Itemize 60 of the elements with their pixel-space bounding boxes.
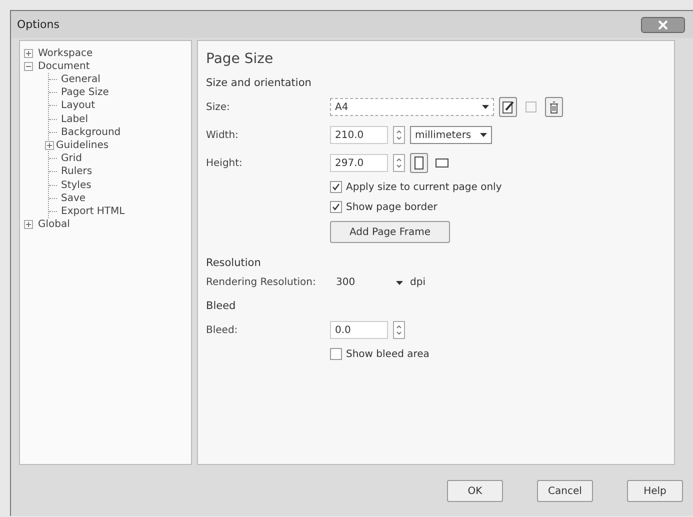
- tree-item[interactable]: Workspace: [36, 48, 95, 59]
- input-field[interactable]: 210.0: [330, 126, 388, 144]
- delete-preset-button[interactable]: [545, 97, 563, 117]
- tree-item[interactable]: Export HTML: [59, 206, 127, 217]
- dropdown[interactable]: millimeters: [410, 126, 492, 144]
- expand-icon[interactable]: [24, 49, 33, 58]
- expand-icon[interactable]: [45, 141, 54, 150]
- tree-item[interactable]: Grid: [59, 153, 84, 164]
- page-pen-icon: [502, 100, 514, 114]
- tree-item[interactable]: Rulers: [59, 166, 94, 178]
- section-heading: Size and orientation: [206, 77, 312, 89]
- checkbox[interactable]: [330, 181, 342, 193]
- expand-icon[interactable]: [24, 220, 33, 230]
- field-label: Bleed:: [206, 324, 239, 336]
- caret-icon[interactable]: [396, 280, 403, 284]
- dropdown-value[interactable]: 300: [336, 277, 396, 288]
- help-button[interactable]: Help: [627, 480, 683, 502]
- unit-label: dpi: [410, 277, 426, 288]
- tree-item[interactable]: Global: [36, 219, 72, 230]
- ok-button[interactable]: OK: [447, 480, 503, 502]
- tree-item[interactable]: Background: [59, 126, 123, 138]
- trash-icon: [549, 100, 559, 114]
- checkbox[interactable]: [330, 201, 342, 213]
- checkbox[interactable]: [330, 348, 342, 360]
- portrait-button[interactable]: [410, 153, 428, 173]
- tree-item[interactable]: Guidelines: [54, 140, 111, 152]
- portrait-page-icon: [414, 156, 424, 170]
- spin-button[interactable]: [393, 321, 405, 339]
- tree-item[interactable]: General: [59, 74, 102, 86]
- spin-button[interactable]: [393, 126, 405, 144]
- section-heading: Resolution: [206, 257, 262, 269]
- dropdown[interactable]: A4: [330, 98, 494, 116]
- caret-icon: [482, 105, 489, 109]
- tree-item[interactable]: Save: [59, 192, 88, 204]
- tree-item[interactable]: Label: [59, 114, 90, 125]
- page-icon: [525, 101, 537, 113]
- input-field[interactable]: 0.0: [330, 321, 388, 339]
- checkbox-label: Apply size to current page only: [346, 182, 502, 192]
- section-heading: Bleed: [206, 300, 237, 312]
- input-field[interactable]: 297.0: [330, 154, 388, 172]
- caret-icon: [480, 133, 487, 137]
- close-icon: [658, 20, 668, 30]
- checkbox-label: Show page border: [346, 202, 438, 212]
- window-title: Options: [17, 18, 60, 31]
- landscape-page-icon: [435, 158, 449, 168]
- field-label: Size:: [206, 102, 231, 112]
- tree-item[interactable]: Styles: [59, 180, 94, 191]
- field-label: Rendering Resolution:: [206, 277, 317, 288]
- spin-button[interactable]: [393, 154, 405, 172]
- collapse-icon[interactable]: [24, 62, 33, 71]
- tree-item[interactable]: Layout: [59, 100, 97, 112]
- field-label: Height:: [206, 158, 244, 168]
- page-title: Page Size: [206, 51, 274, 67]
- tree-item[interactable]: Document: [36, 61, 92, 72]
- tree-item[interactable]: Page Size: [59, 87, 111, 98]
- checkbox-label: Show bleed area: [346, 348, 430, 360]
- add-page-frame-button[interactable]: Add Page Frame: [330, 221, 450, 243]
- cancel-button[interactable]: Cancel: [537, 480, 593, 502]
- close-button[interactable]: [641, 16, 685, 32]
- field-label: Width:: [206, 130, 240, 140]
